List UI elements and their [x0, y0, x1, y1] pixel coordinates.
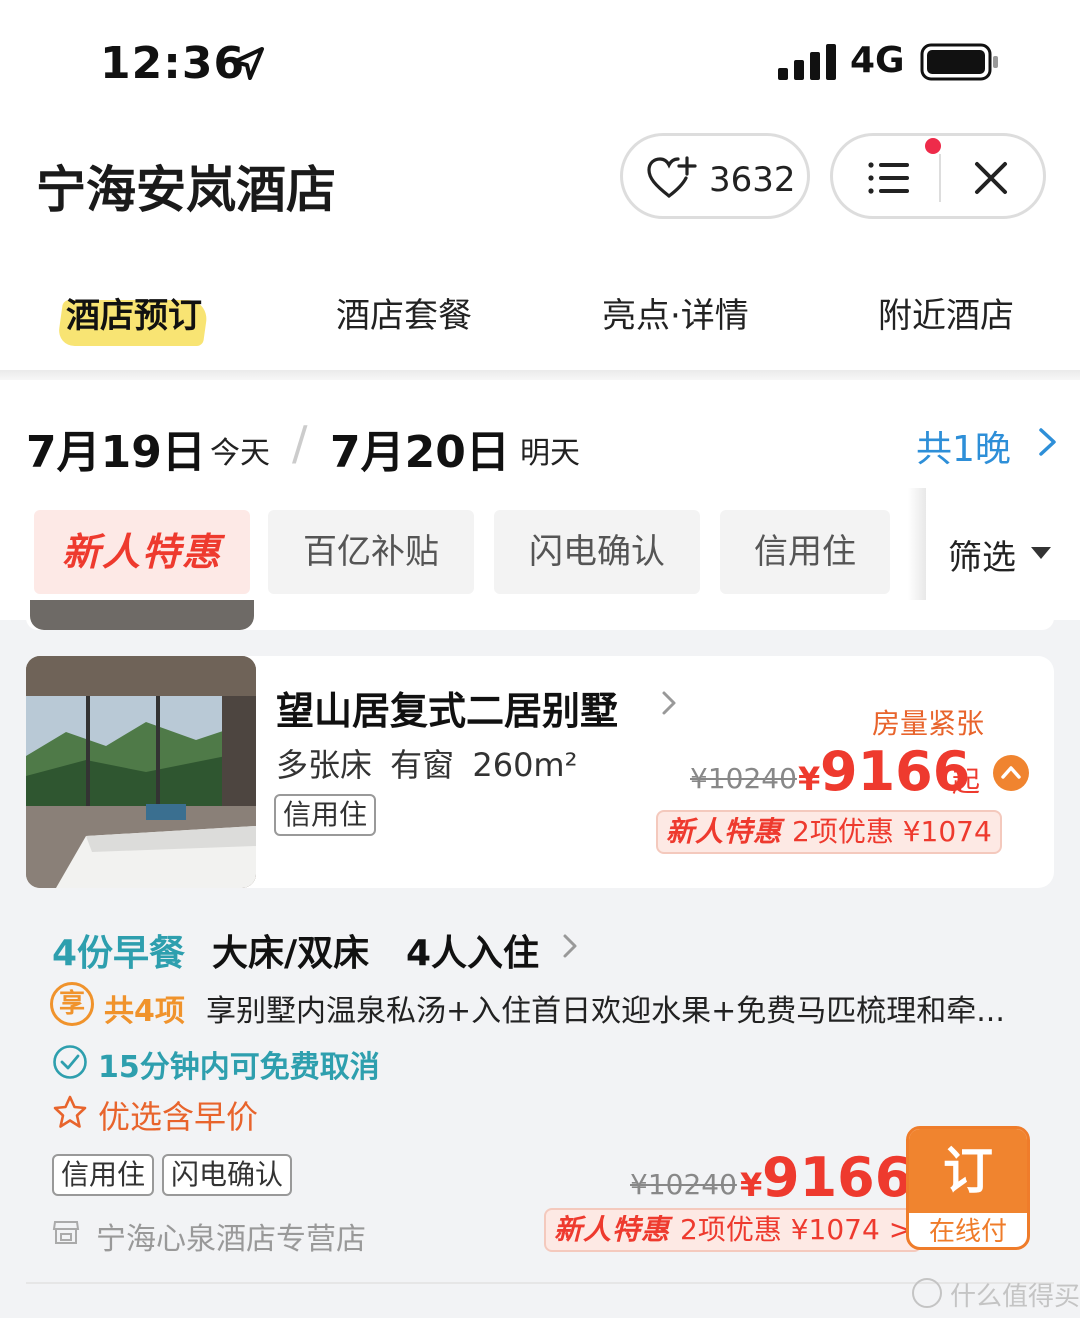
room-original-price: ¥10240 [690, 762, 797, 795]
room-discount-text: 2项优惠 ¥1074 [792, 815, 992, 848]
checkin-date[interactable]: 7月19日 [26, 416, 206, 480]
mini-program-controls [830, 133, 1046, 219]
plan-discount-badge[interactable]: 新人特惠 2项优惠 ¥1074 > [544, 1208, 923, 1252]
filter-chip-subsidy[interactable]: 百亿补贴 [268, 510, 474, 594]
chevron-right-icon [662, 691, 676, 715]
checkout-label: 明天 [520, 436, 580, 471]
location-arrow-icon [232, 47, 264, 80]
credit-stay-tag: 信用住 [52, 1154, 155, 1196]
collapse-up-icon[interactable] [992, 754, 1030, 792]
network-type: 4G [850, 40, 905, 81]
section-divider [0, 370, 1080, 380]
room-price: 9166 [820, 740, 971, 803]
checkin-label: 今天 [210, 436, 270, 471]
pay-online-label: 在线付 [928, 1217, 1007, 1247]
book-button-label: 订 [909, 1129, 1027, 1213]
notification-dot [925, 138, 941, 154]
instant-confirm-tag: 闪电确认 [162, 1154, 293, 1196]
plan-occupancy: 4人入住 [406, 933, 540, 974]
tab-hotel-booking[interactable]: 酒店预订 [66, 288, 202, 337]
chevron-right-icon[interactable] [562, 932, 578, 960]
new-user-deal-logo: 新人特惠 [61, 530, 222, 574]
heart-plus-icon [647, 156, 697, 198]
status-time: 12:36 [100, 38, 246, 89]
plan-breakfast: 4份早餐 [52, 933, 186, 974]
plan-discount-text: 2项优惠 ¥1074 > [680, 1213, 913, 1246]
perk-count: 共4项 [104, 994, 185, 1029]
hotel-title: 宁海安岚酒店 [36, 161, 336, 219]
free-cancellation-text: 15分钟内可免费取消 [98, 1050, 380, 1085]
new-user-deal-logo: 新人特惠 [666, 815, 783, 848]
tab-highlights-details[interactable]: 亮点·详情 [602, 288, 749, 337]
favorite-button[interactable]: 3632 [620, 133, 810, 219]
favorite-count: 3632 [709, 160, 796, 200]
perk-icon: 享 [50, 982, 94, 1026]
book-button[interactable]: 订 在线付 [906, 1126, 1030, 1250]
chevron-right-icon [1039, 428, 1056, 456]
plan-price: 9166 [762, 1146, 913, 1209]
store-icon [52, 1221, 80, 1244]
pill-divider [939, 154, 941, 202]
room-price-suffix: 起 [952, 765, 981, 798]
seller-name[interactable]: 宁海心泉酒店专营店 [96, 1214, 366, 1258]
filter-button[interactable]: 筛选 [948, 530, 1016, 579]
tab-hotel-packages[interactable]: 酒店套餐 [336, 288, 472, 337]
room-photo[interactable] [26, 656, 256, 888]
check-circle-icon [53, 1045, 87, 1079]
watermark-logo [912, 1278, 942, 1308]
credit-stay-tag: 信用住 [274, 794, 377, 836]
filter-divider-shadow [908, 488, 926, 618]
nights-count[interactable]: 共1晚 [916, 420, 1011, 472]
date-selector[interactable]: 7月19日 今天 / 7月20日 明天 共1晚 [0, 380, 1080, 500]
tab-bar: 酒店预订 酒店套餐 亮点·详情 附近酒店 [0, 270, 1080, 370]
close-icon[interactable] [973, 160, 1009, 196]
plan-bed-type: 大床/双床 [212, 933, 370, 974]
room-discount-badge[interactable]: 新人特惠 2项优惠 ¥1074 [656, 810, 1002, 854]
new-user-deal-logo: 新人特惠 [554, 1213, 671, 1246]
previous-room-image [30, 600, 254, 630]
checkout-date[interactable]: 7月20日 [330, 416, 510, 480]
filter-chip-instant-confirm[interactable]: 闪电确认 [494, 510, 700, 594]
list-separator [26, 1282, 1054, 1284]
room-specs: 多张床 有窗 260m² [276, 746, 578, 784]
date-separator: / [292, 416, 308, 470]
room-currency: ¥ [798, 760, 821, 798]
perk-description[interactable]: 享别墅内温泉私汤+入住首日欢迎水果+免费马匹梳理和牵... [206, 986, 1005, 1030]
tab-nearby-hotels[interactable]: 附近酒店 [878, 288, 1014, 337]
status-bar: 12:36 4G [0, 0, 1080, 120]
star-icon [53, 1095, 87, 1128]
room-photo-image [26, 656, 256, 888]
triangle-down-icon [1031, 547, 1051, 559]
filter-chip-credit-stay[interactable]: 信用住 [720, 510, 890, 594]
room-scarcity-label: 房量紧张 [872, 707, 985, 740]
preferred-rate-badge: 优选含早价 [98, 1098, 259, 1136]
filter-chip-new-user-deal[interactable]: 新人特惠 [34, 510, 250, 594]
battery-icon [920, 43, 998, 81]
plan-original-price: ¥10240 [630, 1168, 737, 1201]
room-name[interactable]: 望山居复式二居别墅 [276, 680, 618, 735]
watermark-text: 什么值得买 [950, 1282, 1080, 1312]
cellular-signal-icon [778, 44, 836, 80]
plan-currency: ¥ [740, 1166, 763, 1204]
menu-list-icon[interactable] [867, 160, 911, 196]
